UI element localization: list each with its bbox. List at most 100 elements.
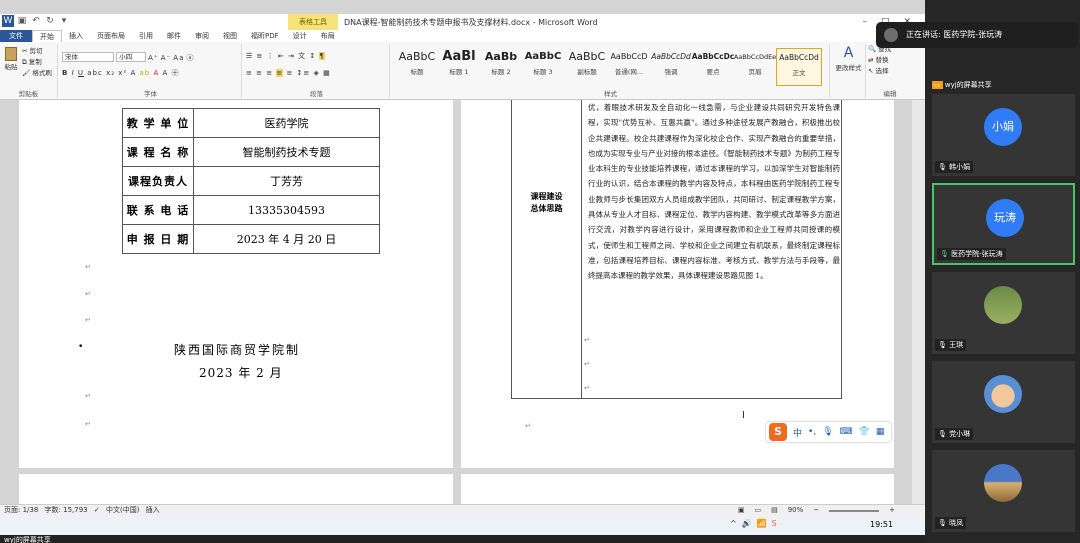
line-spacing-icon[interactable]: ↕≡ (297, 69, 311, 77)
style-emphasis[interactable]: AaBbCcDd 强调 (648, 48, 694, 86)
table-value[interactable]: 智能制药技术专题 (193, 137, 380, 167)
zoom-level[interactable]: 90% (788, 505, 804, 516)
tab-insert[interactable]: 插入 (62, 30, 90, 42)
volume-icon[interactable]: 🔊 (742, 519, 752, 528)
document-page-left-next[interactable] (19, 474, 453, 504)
copy-button[interactable]: ⧉ 复制 (22, 57, 52, 68)
participant-tile[interactable]: 🎙 党小琳 (932, 361, 1075, 443)
language-indicator[interactable]: 中文(中国) (106, 506, 139, 514)
tab-file[interactable]: 文件 (0, 30, 32, 42)
print-layout-icon[interactable]: ▣ (738, 505, 745, 516)
zoom-in-icon[interactable]: + (889, 505, 895, 516)
shrink-font-icon[interactable]: A⁻ (161, 54, 171, 62)
tab-home[interactable]: 开始 (32, 29, 62, 43)
font-color-icon[interactable]: A (153, 69, 159, 77)
page-count[interactable]: 页面: 1/38 (4, 506, 38, 514)
toolbox-icon[interactable]: ▦ (876, 427, 885, 437)
clear-format-icon[interactable]: ⓐ (186, 54, 194, 62)
document-page-right-next[interactable] (461, 474, 894, 504)
voice-icon[interactable]: 🎙 (822, 427, 833, 437)
style-strong[interactable]: AaBbCcDc 要点 (690, 48, 736, 86)
zoom-out-icon[interactable]: − (813, 505, 819, 516)
full-screen-icon[interactable]: ▭ (754, 505, 761, 516)
tab-mailings[interactable]: 邮件 (160, 30, 188, 42)
customize-qat-icon[interactable]: ▾ (58, 15, 70, 27)
align-center-icon[interactable]: ≡ (256, 69, 263, 77)
undo-icon[interactable]: ↶ (30, 15, 42, 27)
style-heading-2[interactable]: AaBb 标题 2 (478, 48, 524, 86)
subscript-icon[interactable]: x₂ (106, 69, 115, 77)
participant-tile-speaking[interactable]: 玩涛 🎙 医药学院-张玩涛 (932, 183, 1075, 265)
skin-icon[interactable]: 👕 (859, 427, 870, 437)
cut-button[interactable]: ✂ 剪切 (22, 46, 52, 57)
chinese-layout-icon[interactable]: 文 (298, 52, 306, 60)
network-icon[interactable]: 📶 (757, 519, 767, 528)
underline-icon[interactable]: U (78, 69, 84, 77)
phonetic-icon[interactable]: Aa (173, 54, 184, 62)
tab-design[interactable]: 设计 (286, 30, 314, 42)
bullets-icon[interactable]: ☰ (246, 52, 253, 60)
table-value[interactable]: 2023 年 4 月 20 日 (193, 224, 380, 254)
table-value[interactable]: 医药学院 (193, 108, 380, 138)
bold-icon[interactable]: B (62, 69, 68, 77)
keyboard-icon[interactable]: ⌨ (840, 427, 853, 437)
tab-review[interactable]: 审阅 (188, 30, 216, 42)
tab-references[interactable]: 引用 (132, 30, 160, 42)
sort-icon[interactable]: ↕ (309, 52, 316, 60)
replace-button[interactable]: ⇄ 替换 (868, 55, 912, 66)
style-header[interactable]: AaBbCcDdEe 页眉 (732, 48, 778, 86)
insert-mode[interactable]: 插入 (146, 506, 160, 514)
superscript-icon[interactable]: x² (118, 69, 127, 77)
numbering-icon[interactable]: ≡ (257, 52, 264, 60)
shading-icon[interactable]: ◈ (314, 69, 320, 77)
participant-tile[interactable]: 🎙 晓凤 (932, 450, 1075, 532)
highlight-icon[interactable]: ab (139, 69, 150, 77)
sogou-tray-icon[interactable]: S (772, 519, 777, 528)
format-painter-button[interactable]: 🖌 格式刷 (22, 68, 52, 79)
show-hidden-icons-icon[interactable]: ^ (730, 519, 737, 528)
style-subtitle[interactable]: AaBbC 副标题 (564, 48, 610, 86)
redo-icon[interactable]: ↻ (44, 15, 56, 27)
font-name-select[interactable]: 宋体 (62, 52, 114, 62)
grow-font-icon[interactable]: A⁺ (148, 54, 158, 62)
text-effect-icon[interactable]: A (130, 69, 136, 77)
strikethrough-icon[interactable]: abc (87, 69, 103, 77)
document-page-right[interactable]: 课程建设 总体思路 优，着眼技术研发及全自动化一线急需，与企业建设共同研究开发特… (461, 100, 894, 468)
tab-layout[interactable]: 布局 (314, 30, 342, 42)
font-size-select[interactable]: 小四 (116, 52, 147, 62)
align-right-icon[interactable]: ≡ (266, 69, 273, 77)
save-icon[interactable]: ▣ (16, 15, 28, 27)
vertical-scrollbar[interactable] (912, 100, 925, 504)
justify-icon[interactable]: ≡ (276, 69, 284, 77)
table-value[interactable]: 13335304593 (193, 195, 380, 225)
style-heading-1[interactable]: AaBl 标题 1 (436, 48, 482, 86)
punctuation-icon[interactable]: •, (808, 427, 816, 437)
ime-lang-toggle[interactable]: 中 (793, 426, 802, 439)
participant-tile[interactable]: 小娟 🎙 韩小娟 (932, 94, 1075, 176)
clock[interactable]: 19:51 (870, 520, 893, 529)
multilevel-list-icon[interactable]: ⋮ (267, 52, 275, 60)
word-count[interactable]: 字数: 15,793 (45, 506, 88, 514)
tab-page-layout[interactable]: 页面布局 (90, 30, 132, 42)
paste-button[interactable]: 粘贴 (3, 47, 19, 73)
enclose-char-icon[interactable]: ㊉ (172, 69, 180, 77)
italic-icon[interactable]: I (72, 69, 75, 77)
show-marks-icon[interactable]: ¶ (319, 52, 325, 60)
style-heading-3[interactable]: AaBbC 标题 3 (520, 48, 566, 86)
cell-text[interactable]: 优，着眼技术研发及全自动化一线急需，与企业建设共同研究开发特色课程，实现"优势互… (588, 100, 840, 284)
align-left-icon[interactable]: ≡ (246, 69, 253, 77)
minimize-icon[interactable]: – (862, 14, 867, 30)
tab-foxit-pdf[interactable]: 福昕PDF (244, 30, 286, 42)
table-value[interactable]: 丁芳芳 (193, 166, 380, 196)
document-page-left[interactable]: 教 学 单 位医药学院 课 程 名 称智能制药技术专题 课程负责人 丁芳芳 联 系… (19, 100, 453, 468)
spellcheck-icon[interactable]: ✓ (94, 506, 100, 514)
increase-indent-icon[interactable]: ⇥ (288, 52, 295, 60)
style-normal[interactable]: AaBbCcDd 正文 (776, 48, 822, 86)
decrease-indent-icon[interactable]: ⇤ (278, 52, 285, 60)
sogou-ime-toolbar[interactable]: S 中 •, 🎙 ⌨ 👕 ▦ (766, 422, 891, 442)
borders-icon[interactable]: ▦ (323, 69, 331, 77)
char-shading-icon[interactable]: A (162, 69, 168, 77)
style-title[interactable]: AaBbC 标题 (394, 48, 440, 86)
change-styles-button[interactable]: A 更改样式 (832, 44, 866, 98)
participant-tile[interactable]: 🎙 王琪 (932, 272, 1075, 354)
